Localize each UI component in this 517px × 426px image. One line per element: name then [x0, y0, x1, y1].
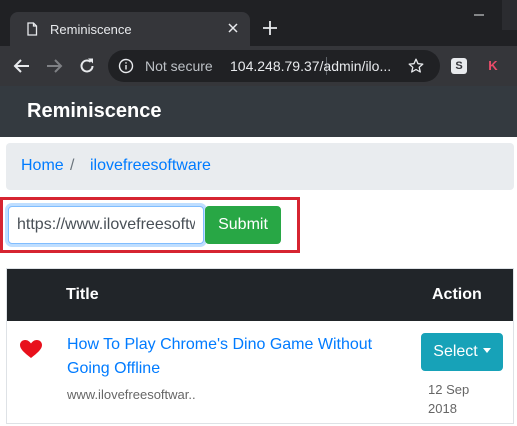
info-icon[interactable]: [118, 58, 134, 74]
column-header-title: Title: [66, 286, 99, 303]
bookmarks-table: Title Action How To Play Chrome's Dino G…: [6, 268, 514, 424]
heart-icon: [20, 340, 42, 358]
minimize-icon: [474, 14, 484, 16]
maximize-button[interactable]: [502, 0, 517, 30]
breadcrumb: Home / ilovefreesoftware: [6, 143, 514, 190]
table-header: Title Action: [7, 269, 513, 321]
navbar-brand[interactable]: Reminiscence: [27, 100, 162, 123]
column-header-action: Action: [432, 286, 482, 303]
page-icon: [27, 22, 38, 36]
url-text: 104.248.79.37/admin/ilo...: [230, 58, 392, 74]
address-bar[interactable]: Not secure 104.248.79.37/admin/ilo...: [108, 50, 440, 82]
submit-button[interactable]: Submit: [205, 206, 281, 244]
app-navbar: Reminiscence: [0, 86, 517, 137]
extension-s-icon[interactable]: S: [451, 58, 467, 74]
breadcrumb-current-link[interactable]: ilovefreesoftware: [90, 157, 211, 175]
url-input[interactable]: [8, 206, 204, 244]
bookmark-star-icon[interactable]: [408, 58, 424, 74]
browser-toolbar: Not secure 104.248.79.37/admin/ilo...: [0, 46, 517, 86]
back-arrow-icon[interactable]: [12, 56, 32, 76]
tab-title: Reminiscence: [50, 22, 132, 37]
select-button-label: Select: [433, 343, 478, 360]
new-tab-icon[interactable]: [262, 20, 278, 36]
caret-down-icon: [482, 348, 491, 353]
row-source: www.ilovefreesoftwar..: [67, 387, 196, 402]
minimize-button[interactable]: [456, 0, 502, 30]
row-date: 12 Sep 2018: [428, 382, 470, 416]
extension-k-icon[interactable]: K: [485, 57, 501, 75]
close-icon[interactable]: [225, 20, 241, 36]
browser-tab[interactable]: Reminiscence: [10, 12, 250, 46]
row-title-link[interactable]: How To Play Chrome's Dino Game Without G…: [67, 333, 387, 381]
extensions-overflow[interactable]: [509, 58, 517, 74]
breadcrumb-separator: /: [70, 157, 75, 174]
breadcrumb-home-link[interactable]: Home: [21, 157, 64, 175]
forward-arrow-icon[interactable]: [44, 56, 64, 76]
select-dropdown-button[interactable]: Select: [421, 333, 503, 371]
security-label: Not secure: [145, 58, 213, 74]
reload-icon[interactable]: [77, 56, 97, 76]
browser-tabstrip: Reminiscence: [0, 0, 517, 46]
